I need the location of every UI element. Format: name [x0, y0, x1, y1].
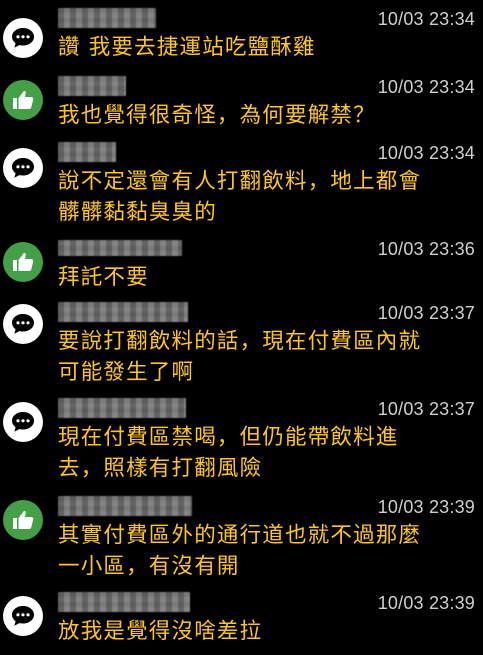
comment-timestamp: 10/03 23:34 [377, 9, 475, 29]
comment-text: 拜託不要 [58, 265, 149, 290]
comment-timestamp: 10/03 23:37 [377, 303, 475, 323]
comment-timestamp: 10/03 23:36 [377, 239, 475, 259]
comment-text: 我也覺得很奇怪，為何要解禁？ [58, 103, 376, 128]
speech-bubble-icon[interactable] [3, 148, 43, 188]
speech-bubble-icon[interactable] [3, 304, 43, 344]
thumbs-up-icon[interactable] [3, 80, 43, 120]
speech-bubble-icon[interactable] [3, 596, 43, 636]
comment-timestamp: 10/03 23:39 [377, 593, 475, 613]
username-redacted [58, 240, 182, 256]
comment-text: 說不定還會有人打翻飲料，地上都會 髒髒黏黏臭臭的 [58, 169, 422, 225]
thumbs-up-icon[interactable] [3, 242, 43, 282]
username-redacted [58, 142, 116, 162]
comment-timestamp: 10/03 23:34 [377, 143, 475, 163]
username-redacted [58, 592, 190, 612]
username-redacted [58, 398, 186, 418]
comment-text: 放我是覺得沒啥差拉 [58, 619, 263, 644]
comment-list: 10/03 23:34 讚 我要去捷運站吃鹽酥雞 10/03 23:34 我也覺… [0, 0, 483, 655]
comment-timestamp: 10/03 23:34 [377, 77, 475, 97]
username-redacted [58, 302, 188, 322]
comment-text: 現在付費區禁喝，但仍能帶飲料進 去，照樣有打翻風險 [58, 425, 399, 481]
comment-timestamp: 10/03 23:39 [377, 497, 475, 517]
thumbs-up-icon[interactable] [3, 500, 43, 540]
username-redacted [58, 8, 156, 28]
username-redacted [58, 76, 126, 96]
comment-text: 讚 我要去捷運站吃鹽酥雞 [58, 35, 316, 60]
comment-timestamp: 10/03 23:37 [377, 399, 475, 419]
comment-text: 要說打翻飲料的話，現在付費區內就 可能發生了啊 [58, 329, 422, 385]
comment-text: 其實付費區外的通行道也就不過那麼 一小區，有沒有開 [58, 523, 422, 579]
speech-bubble-icon[interactable] [3, 18, 43, 58]
speech-bubble-icon[interactable] [3, 402, 43, 442]
username-redacted [58, 496, 192, 516]
